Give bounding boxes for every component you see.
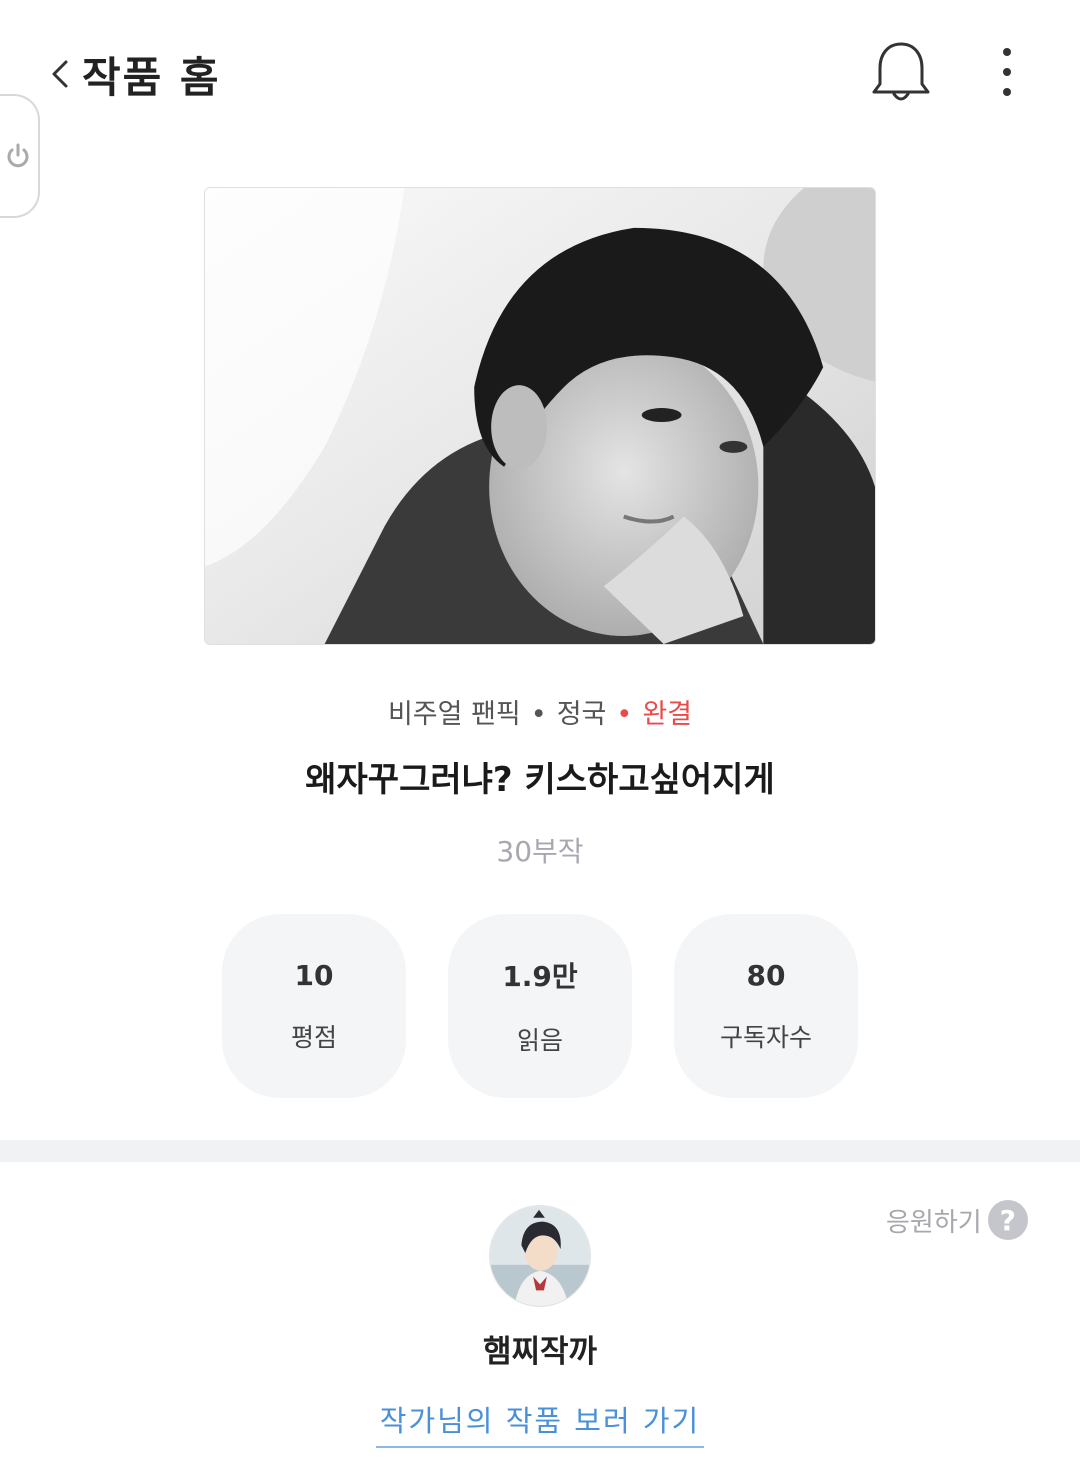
stats-row: 10 평점 1.9만 읽음 80 구독자수 [222, 914, 858, 1098]
stat-reads: 1.9만 읽음 [448, 914, 632, 1098]
cover-image[interactable] [204, 187, 876, 645]
notification-button[interactable] [868, 38, 934, 106]
more-options-button[interactable] [990, 42, 1024, 102]
work-title: 왜자꾸그러냐? 키스하고싶어지게 [305, 760, 775, 800]
character-label: 정국 [556, 699, 607, 730]
bell-icon [872, 42, 930, 101]
stat-value: 1.9만 [502, 960, 578, 993]
status-badge: 완결 [642, 699, 693, 730]
author-works-link[interactable]: 작가님의 작품 보러 가기 [376, 1398, 704, 1448]
cheer-button[interactable]: 응원하기 ? [886, 1200, 1028, 1240]
section-divider [0, 1140, 1080, 1162]
genre-label: 비주얼 팬픽 [387, 699, 521, 730]
header: 작품 홈 [0, 0, 1080, 150]
more-vertical-icon [1003, 48, 1011, 56]
power-icon [7, 143, 29, 168]
stat-value: 80 [746, 958, 786, 992]
stat-label: 읽음 [516, 1026, 563, 1055]
back-button[interactable]: 작품 홈 [48, 44, 221, 104]
work-meta: 비주얼 팬픽 • 정국 • 완결 [387, 699, 693, 730]
stat-subscribers: 80 구독자수 [674, 914, 858, 1098]
stat-value: 10 [294, 958, 334, 992]
avatar-illustration [490, 1206, 590, 1306]
stat-label: 구독자수 [719, 1022, 812, 1052]
cover-illustration [205, 188, 875, 644]
chevron-left-icon [52, 60, 68, 88]
work-home-page: 작품 홈 비주얼 팬픽 • 정국 • 완결 왜자꾸그러냐? 키스하고싶어지게 3… [0, 0, 1080, 1463]
author-avatar[interactable] [489, 1205, 591, 1307]
cheer-label: 응원하기 [886, 1207, 982, 1238]
episode-count: 30부작 [496, 835, 584, 868]
author-name: 햄찌작까 [482, 1334, 598, 1370]
stat-rating: 10 평점 [222, 914, 406, 1098]
help-icon[interactable]: ? [987, 1200, 1028, 1240]
page-title: 작품 홈 [82, 52, 221, 102]
stat-label: 평점 [290, 1022, 337, 1052]
side-power-tab[interactable] [0, 94, 40, 218]
